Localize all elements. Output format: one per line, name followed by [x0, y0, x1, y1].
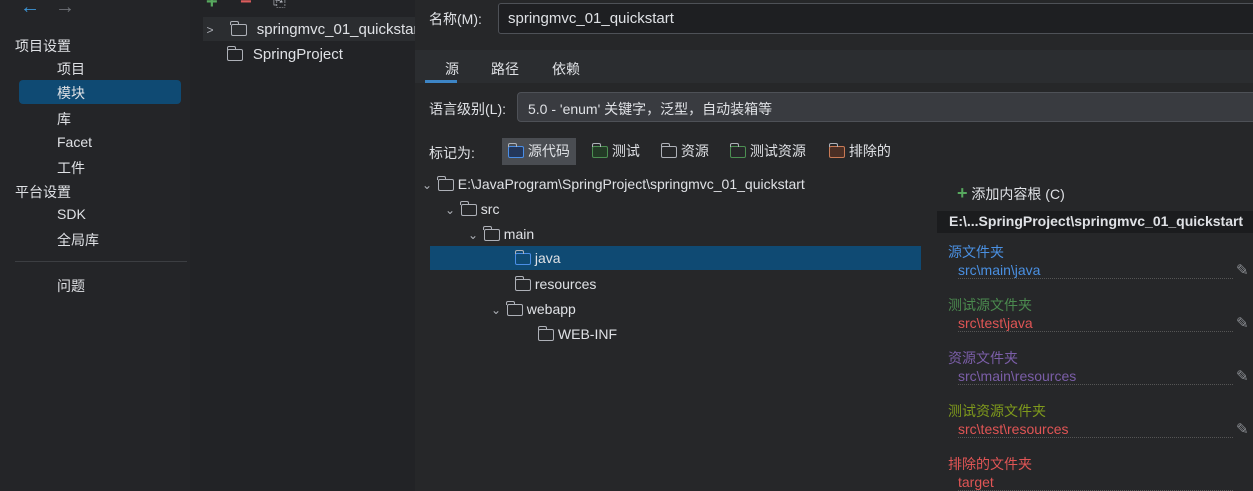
mark-tests-button[interactable]: 测试: [586, 138, 646, 165]
language-level-select[interactable]: 5.0 - 'enum' 关键字，泛型，自动装箱等: [517, 92, 1253, 122]
back-arrow-icon[interactable]: ←: [20, 0, 40, 19]
edit-pencil-icon[interactable]: ✎: [1236, 420, 1249, 438]
tree-label: resources: [534, 276, 597, 292]
tree-node-web-inf[interactable]: WEB-INF: [537, 322, 617, 346]
tree-label: java: [534, 250, 561, 266]
plus-icon: +: [957, 183, 968, 203]
test-folder-icon: [591, 143, 608, 159]
folder-icon: [506, 301, 523, 317]
sidebar-item-problems[interactable]: 问题: [57, 276, 85, 296]
tab-sources[interactable]: 源: [445, 59, 459, 79]
source-folders-heading: 源文件夹: [948, 244, 1004, 260]
folder-icon: [460, 201, 477, 217]
tab-paths[interactable]: 路径: [491, 59, 519, 79]
copy-icon[interactable]: ⎘: [273, 0, 286, 11]
tree-node-src[interactable]: ⌄ src: [443, 197, 499, 221]
active-tab-indicator: [425, 80, 457, 83]
add-icon[interactable]: +: [206, 0, 218, 14]
tree-label: WEB-INF: [557, 326, 617, 342]
resource-folder-icon: [660, 143, 677, 159]
tab-bar: [415, 50, 1253, 83]
sidebar-item-modules[interactable]: 模块: [19, 80, 181, 104]
sidebar-item-facet[interactable]: Facet: [57, 134, 92, 150]
section-platform-settings: 平台设置: [15, 184, 71, 200]
divider: [15, 261, 187, 262]
name-label: 名称(M):: [429, 11, 482, 27]
source-folder-icon: [514, 250, 531, 266]
folder-icon: [437, 176, 454, 192]
edit-pencil-icon[interactable]: ✎: [1236, 261, 1249, 279]
chevron-down-icon[interactable]: ⌄: [420, 173, 434, 197]
test-source-folder-path: src\test\java: [958, 315, 1233, 332]
module-folder-icon: [230, 21, 247, 37]
tree-node-webapp[interactable]: ⌄ webapp: [489, 297, 576, 321]
sidebar-item-sdk[interactable]: SDK: [57, 206, 86, 222]
tree-node-root[interactable]: ⌄ E:\JavaProgram\SpringProject\springmvc…: [420, 172, 805, 196]
tree-label: main: [503, 226, 535, 242]
module-list: + − ⎘ > springmvc_01_quickstart SpringPr…: [190, 0, 423, 491]
content-root-path: E:\...SpringProject\springmvc_01_quickst…: [937, 211, 1253, 233]
resource-folder-path: src\main\resources: [958, 368, 1233, 385]
folder-icon: [483, 226, 500, 242]
add-content-root-button[interactable]: + 添加内容根 (C): [957, 183, 1065, 204]
chevron-right-icon[interactable]: >: [203, 18, 217, 42]
tree-node-java[interactable]: java: [430, 246, 921, 270]
sidebar-item-global-libraries[interactable]: 全局库: [57, 230, 99, 250]
test-resource-folders-heading: 测试资源文件夹: [948, 403, 1046, 419]
tab-dependencies[interactable]: 依赖: [552, 59, 580, 79]
chevron-down-icon[interactable]: ⌄: [489, 298, 503, 322]
remove-icon[interactable]: −: [240, 0, 252, 14]
tree-label: E:\JavaProgram\SpringProject\springmvc_0…: [457, 176, 805, 192]
module-name: springmvc_01_quickstart: [256, 21, 423, 38]
tree-node-resources[interactable]: resources: [514, 272, 597, 296]
folder-icon: [537, 326, 554, 342]
sidebar-item-artifacts[interactable]: 工件: [57, 158, 85, 178]
sidebar: ← → 项目设置 项目 模块 库 Facet 工件 平台设置 SDK 全局库 问…: [0, 0, 190, 491]
mark-label: 测试: [611, 143, 640, 159]
section-project-settings: 项目设置: [15, 38, 71, 54]
sidebar-item-libraries[interactable]: 库: [57, 109, 71, 129]
sidebar-item-label: 模块: [57, 85, 85, 101]
tree-node-main[interactable]: ⌄ main: [466, 222, 534, 246]
add-content-root-label: 添加内容根 (C): [971, 186, 1065, 202]
mark-test-resources-button[interactable]: 测试资源: [724, 138, 812, 165]
module-item[interactable]: SpringProject: [226, 42, 343, 66]
excluded-folder-path: target: [958, 474, 1233, 491]
chevron-down-icon[interactable]: ⌄: [466, 223, 480, 247]
module-folder-icon: [226, 46, 243, 62]
module-item[interactable]: > springmvc_01_quickstart: [203, 17, 423, 42]
name-input[interactable]: springmvc_01_quickstart: [498, 3, 1253, 34]
edit-pencil-icon[interactable]: ✎: [1236, 314, 1249, 332]
mark-sources-button[interactable]: 源代码: [502, 138, 576, 165]
edit-pencil-icon[interactable]: ✎: [1236, 367, 1249, 385]
resource-folders-heading: 资源文件夹: [948, 350, 1018, 366]
chevron-down-icon[interactable]: ⌄: [443, 198, 457, 222]
mark-label: 源代码: [527, 143, 570, 159]
mark-resources-button[interactable]: 资源: [655, 138, 715, 165]
excluded-folders-heading: 排除的文件夹: [948, 456, 1032, 472]
resource-folder-icon: [514, 276, 531, 292]
mark-label: 测试资源: [749, 143, 806, 159]
tree-label: src: [480, 201, 500, 217]
mark-excluded-button[interactable]: 排除的: [823, 138, 897, 165]
test-resource-folder-icon: [729, 143, 746, 159]
test-resource-folder-path: src\test\resources: [958, 421, 1233, 438]
language-level-label: 语言级别(L):: [429, 101, 506, 117]
test-source-folders-heading: 测试源文件夹: [948, 297, 1032, 313]
tree-label: webapp: [526, 301, 576, 317]
mark-as-label: 标记为:: [429, 145, 475, 161]
mark-label: 排除的: [848, 143, 891, 159]
source-folder-path: src\main\java: [958, 262, 1233, 279]
module-name: SpringProject: [252, 46, 343, 63]
mark-label: 资源: [680, 143, 709, 159]
sidebar-item-project[interactable]: 项目: [57, 59, 85, 79]
source-folder-icon: [507, 143, 524, 159]
excluded-folder-icon: [828, 143, 845, 159]
forward-arrow-icon[interactable]: →: [55, 0, 75, 19]
